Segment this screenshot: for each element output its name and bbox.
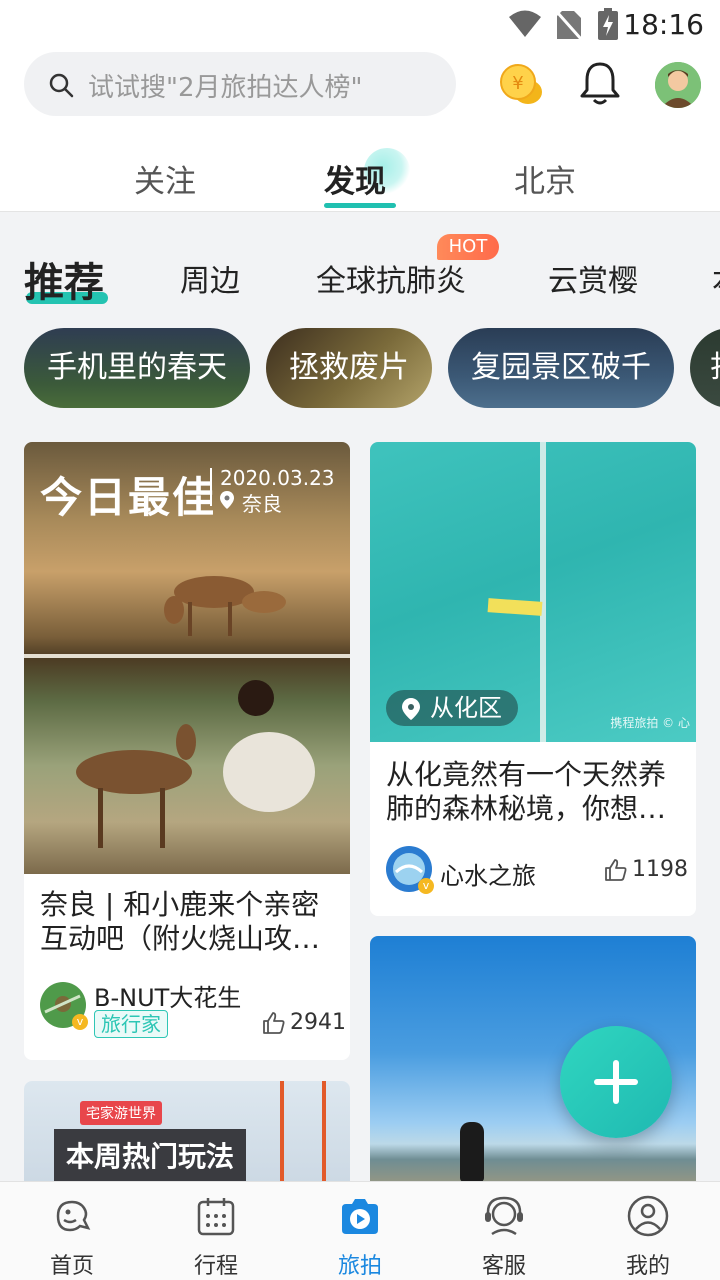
boat-decoration [487,598,543,616]
battery-charging-icon [598,8,618,40]
tab-indicator [324,203,396,208]
card-photo: 从化区 携程旅拍 © 心 [370,442,696,742]
nav-label: 行程 [193,1254,238,1279]
photo-watermark: 携程旅拍 © 心 [610,716,690,730]
chip-reopened-scenic[interactable]: 复园景区破千 [448,328,674,408]
nav-label: 我的 [625,1254,670,1279]
card-title[interactable]: 奈良 | 和小鹿来个亲密互动吧（附火烧山攻… [40,888,334,956]
camera-play-icon [342,1199,378,1234]
search-bar[interactable]: 试试搜"2月旅拍达人榜" [24,52,456,116]
card-title[interactable]: 从化竟然有一个天然养肺的森林秘境，你想… [386,758,680,826]
nav-travel-photo[interactable]: 旅拍 [288,1182,432,1280]
like-count: 1198 [632,857,688,882]
header: 试试搜"2月旅拍达人榜" ¥ 关注 发现 北京 [0,48,720,212]
hot-badge: HOT [437,234,499,260]
nav-label: 首页 [49,1254,94,1279]
card-banner-date: 2020.03.23 [220,466,335,490]
like-count: 2941 [290,1010,346,1035]
verified-badge-icon: v [72,1014,88,1030]
traveler-tag: 旅行家 [94,1010,168,1038]
wifi-icon [509,10,541,37]
author-name[interactable]: 心水之旅 [440,856,536,891]
profile-icon [627,1195,669,1237]
feed-card[interactable]: 今日最佳 2020.03.23 奈良 奈良 | 和小鹿来个亲密互动吧（附火烧山攻… [24,442,350,1060]
category-recommend[interactable]: 推荐 [24,250,104,308]
user-avatar-icon [655,62,701,108]
category-fight-pneumonia[interactable]: 全球抗肺炎 [316,256,466,300]
author-name[interactable]: B-NUT大花生 [94,978,241,1013]
card-banner-title: 今日最佳 [40,473,217,522]
person-silhouette [460,1122,484,1182]
bottom-nav: 首页 行程 旅拍 客服 我的 [0,1181,720,1280]
nav-label: 客服 [481,1254,526,1279]
status-bar: 18:16 [0,0,720,48]
like-thumb-icon[interactable] [604,858,628,882]
promo-title: 本周热门玩法 [54,1129,247,1181]
tab-beijing[interactable]: 北京 [514,156,576,201]
location-pin-icon [402,698,420,720]
category-more[interactable]: 本 [712,256,720,300]
category-nearby[interactable]: 周边 [180,256,240,300]
headset-icon [485,1196,523,1236]
nav-profile[interactable]: 我的 [576,1182,720,1280]
chip-more[interactable]: 打 [690,328,720,408]
search-placeholder: 试试搜"2月旅拍达人榜" [88,73,363,103]
avatar[interactable] [655,62,701,108]
tab-follow[interactable]: 关注 [134,156,196,201]
category-tabs: 推荐 周边 全球抗肺炎 HOT 云赏樱 本 [0,212,720,320]
clock: 18:16 [623,8,704,41]
nav-home[interactable]: 首页 [0,1182,144,1280]
svg-text:¥: ¥ [512,73,523,94]
verified-badge-icon: v [418,878,434,894]
calendar-icon [197,1198,235,1236]
banner-divider [210,468,212,506]
like-thumb-icon[interactable] [262,1011,286,1035]
search-icon [49,73,74,98]
chip-save-bad-photos[interactable]: 拯救废片 [266,328,432,408]
feed-card[interactable]: 从化区 携程旅拍 © 心 从化竟然有一个天然养肺的森林秘境，你想… v 心水之旅… [370,442,696,916]
no-sim-icon [556,11,582,40]
nav-label: 旅拍 [337,1254,382,1279]
category-cherry-blossom[interactable]: 云赏樱 [548,256,638,300]
plus-icon-stroke [613,1060,619,1104]
card-banner-place: 奈良 [242,492,282,516]
chip-spring-in-phone[interactable]: 手机里的春天 [24,328,250,408]
pier-decoration [540,442,546,742]
nav-customer-service[interactable]: 客服 [432,1182,576,1280]
coin-icon[interactable]: ¥ [498,62,544,106]
nav-itinerary[interactable]: 行程 [144,1182,288,1280]
promo-tag: 宅家游世界 [80,1101,162,1125]
home-icon [56,1200,91,1232]
bell-icon[interactable] [578,60,622,106]
top-tabs: 关注 发现 北京 [0,144,720,212]
location-pin-icon [220,491,234,509]
tab-discover[interactable]: 发现 [324,156,386,201]
add-post-button[interactable] [560,1026,672,1138]
location-badge[interactable]: 从化区 [386,690,518,726]
topic-chips: 手机里的春天 拯救废片 复园景区破千 打 [0,328,720,408]
card-photo: 今日最佳 2020.03.23 奈良 [24,442,350,874]
location-label: 从化区 [430,694,502,722]
